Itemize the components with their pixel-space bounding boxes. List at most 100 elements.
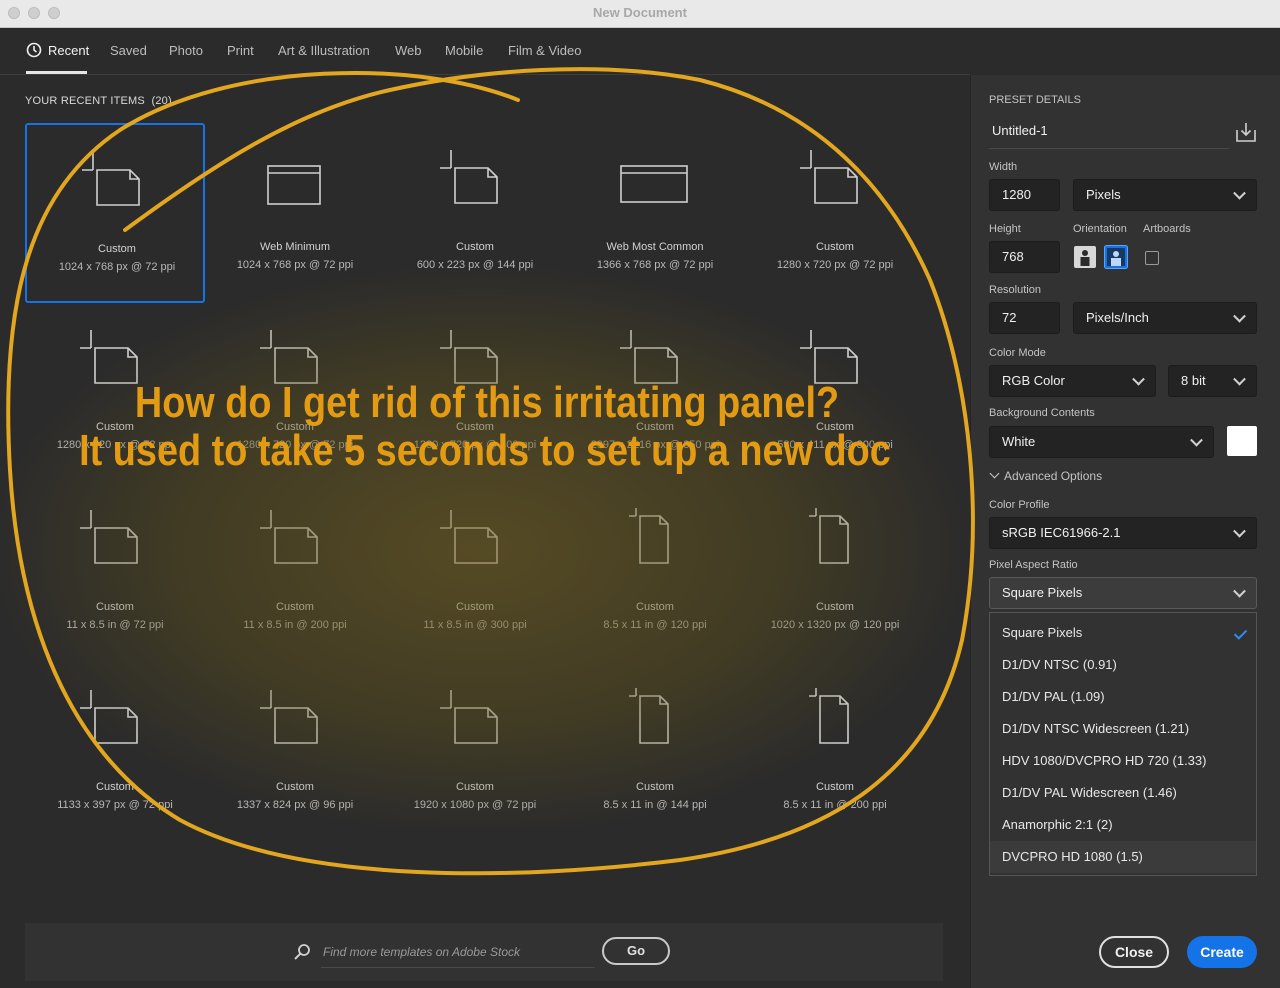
window-title: New Document xyxy=(593,5,687,20)
color-profile-value: sRGB IEC61966-2.1 xyxy=(1002,525,1121,540)
browser-window-icon xyxy=(620,165,688,203)
tab-recent[interactable]: Recent xyxy=(48,43,89,58)
recent-item[interactable]: Custom 8.5 x 11 in @ 144 ppi xyxy=(565,663,745,843)
stock-search-input[interactable] xyxy=(321,937,595,968)
save-preset-icon[interactable] xyxy=(1235,121,1257,143)
height-label: Height xyxy=(989,223,1021,235)
recent-item-dimensions: 11 x 8.5 in @ 300 ppi xyxy=(423,619,527,631)
width-unit-select[interactable]: Pixels xyxy=(1073,179,1257,211)
recent-item-name: Custom xyxy=(456,241,494,253)
recent-items-label: YOUR RECENT ITEMS xyxy=(25,95,145,107)
recent-item-name: Custom xyxy=(816,241,854,253)
landscape-orientation-icon[interactable] xyxy=(1104,245,1128,269)
advanced-options-toggle[interactable]: Advanced Options xyxy=(989,468,1102,483)
recent-item-dimensions: 8.5 x 11 in @ 120 ppi xyxy=(603,619,707,631)
tab-print[interactable]: Print xyxy=(227,43,254,58)
document-portrait-icon xyxy=(809,508,849,564)
tab-saved[interactable]: Saved xyxy=(110,43,147,58)
recent-item[interactable]: Custom 600 x 223 px @ 144 ppi xyxy=(385,123,565,303)
recent-item[interactable]: Custom 1020 x 1320 px @ 120 ppi xyxy=(745,483,925,663)
menu-item-square-pixels[interactable]: Square Pixels xyxy=(990,617,1256,649)
recent-item[interactable]: Custom 1024 x 768 px @ 72 ppi xyxy=(25,123,205,303)
go-button[interactable]: Go xyxy=(602,937,670,965)
tab-photo[interactable]: Photo xyxy=(169,43,203,58)
recent-item[interactable]: Custom 8.5 x 11 in @ 120 ppi xyxy=(565,483,745,663)
menu-item-label: Square Pixels xyxy=(1002,625,1083,640)
recent-item-dimensions: 1920 x 1080 px @ 72 ppi xyxy=(413,799,537,811)
checkmark-icon xyxy=(1233,626,1248,640)
recent-item-name: Custom xyxy=(276,781,314,793)
artboards-checkbox[interactable] xyxy=(1145,251,1159,265)
recent-item-name: Web Most Common xyxy=(606,241,704,253)
menu-item-anamorphic[interactable]: Anamorphic 2:1 (2) xyxy=(990,809,1256,841)
pixel-aspect-ratio-value: Square Pixels xyxy=(1002,585,1083,600)
pixel-aspect-ratio-menu: Square Pixels D1/DV NTSC (0.91) D1/DV PA… xyxy=(989,612,1257,876)
menu-item-d1dv-pal[interactable]: D1/DV PAL (1.09) xyxy=(990,681,1256,713)
recent-item-name: Custom xyxy=(636,781,674,793)
background-contents-label: Background Contents xyxy=(989,407,1095,419)
chevron-down-icon xyxy=(1233,524,1246,538)
menu-item-dvcpro-hd-1080[interactable]: DVCPRO HD 1080 (1.5) xyxy=(990,841,1256,873)
recent-item[interactable]: Custom 8.5 x 11 in @ 200 ppi xyxy=(745,663,925,843)
bit-depth-select[interactable]: 8 bit xyxy=(1168,365,1257,397)
resolution-unit-value: Pixels/Inch xyxy=(1086,310,1149,325)
recent-item[interactable]: Custom 11 x 8.5 in @ 200 ppi xyxy=(205,483,385,663)
annotation-line-2: It used to take 5 seconds to set up a ne… xyxy=(79,426,891,475)
width-input[interactable]: 1280 xyxy=(989,179,1060,211)
active-tab-indicator xyxy=(26,71,87,74)
height-input[interactable]: 768 xyxy=(989,241,1060,273)
recent-items-heading: YOUR RECENT ITEMS (20) xyxy=(25,95,172,107)
menu-item-d1dv-ntsc[interactable]: D1/DV NTSC (0.91) xyxy=(990,649,1256,681)
browser-window-icon xyxy=(267,165,321,205)
bit-depth-value: 8 bit xyxy=(1181,373,1206,388)
recent-item[interactable]: Custom 1337 x 824 px @ 96 ppi xyxy=(205,663,385,843)
recent-items-panel: YOUR RECENT ITEMS (20) Custom 1024 x 768 … xyxy=(0,75,970,988)
resolution-unit-select[interactable]: Pixels/Inch xyxy=(1073,302,1257,334)
recent-item[interactable]: Web Minimum 1024 x 768 px @ 72 ppi xyxy=(205,123,385,303)
color-profile-select[interactable]: sRGB IEC61966-2.1 xyxy=(989,517,1257,549)
menu-item-d1dv-ntsc-widescreen[interactable]: D1/DV NTSC Widescreen (1.21) xyxy=(990,713,1256,745)
close-button[interactable]: Close xyxy=(1099,936,1169,968)
preset-details-panel: PRESET DETAILS Untitled-1 Width 1280 Pix… xyxy=(970,75,1280,988)
search-icon xyxy=(294,944,310,960)
menu-item-d1dv-pal-widescreen[interactable]: D1/DV PAL Widescreen (1.46) xyxy=(990,777,1256,809)
recent-item[interactable]: Web Most Common 1366 x 768 px @ 72 ppi xyxy=(565,123,745,303)
recent-item[interactable]: Custom 1920 x 1080 px @ 72 ppi xyxy=(385,663,565,843)
portrait-orientation-icon[interactable] xyxy=(1073,245,1097,269)
stock-search-bar: Go xyxy=(25,923,943,981)
chevron-down-icon xyxy=(1233,309,1246,323)
menu-item-hdv-1080[interactable]: HDV 1080/DVCPRO HD 720 (1.33) xyxy=(990,745,1256,777)
document-icon xyxy=(80,510,138,564)
document-portrait-icon xyxy=(629,508,669,564)
recent-item[interactable]: Custom 1280 x 720 px @ 72 ppi xyxy=(745,123,925,303)
resolution-input[interactable]: 72 xyxy=(989,302,1060,334)
document-name-field[interactable]: Untitled-1 xyxy=(989,119,1229,149)
recent-item-name: Web Minimum xyxy=(259,241,331,253)
tab-art-illustration[interactable]: Art & Illustration xyxy=(278,43,370,58)
background-contents-value: White xyxy=(1002,434,1036,449)
recent-item[interactable]: Custom 1133 x 397 px @ 72 ppi xyxy=(25,663,205,843)
document-icon xyxy=(440,150,498,204)
width-unit-value: Pixels xyxy=(1086,187,1121,202)
recent-item-dimensions: 1280 x 720 px @ 72 ppi xyxy=(776,259,894,271)
recent-item-name: Custom xyxy=(636,601,674,613)
document-portrait-icon xyxy=(809,688,849,744)
recent-item[interactable]: Custom 11 x 8.5 in @ 72 ppi xyxy=(25,483,205,663)
background-contents-select[interactable]: White xyxy=(989,426,1214,458)
document-icon xyxy=(260,510,318,564)
resolution-label: Resolution xyxy=(989,284,1041,296)
chevron-down-icon xyxy=(1132,372,1145,386)
tab-mobile[interactable]: Mobile xyxy=(445,43,483,58)
tab-film-video[interactable]: Film & Video xyxy=(508,43,581,58)
background-color-swatch[interactable] xyxy=(1227,426,1257,456)
document-icon xyxy=(80,690,138,744)
clock-icon xyxy=(26,42,42,58)
pixel-aspect-ratio-select[interactable]: Square Pixels xyxy=(989,577,1257,609)
tab-web[interactable]: Web xyxy=(395,43,422,58)
pixel-aspect-ratio-label: Pixel Aspect Ratio xyxy=(989,559,1078,571)
recent-item-dimensions: 8.5 x 11 in @ 144 ppi xyxy=(603,799,707,811)
color-mode-select[interactable]: RGB Color xyxy=(989,365,1156,397)
color-mode-value: RGB Color xyxy=(1002,373,1065,388)
create-button[interactable]: Create xyxy=(1187,936,1257,968)
recent-item[interactable]: Custom 11 x 8.5 in @ 300 ppi xyxy=(385,483,565,663)
